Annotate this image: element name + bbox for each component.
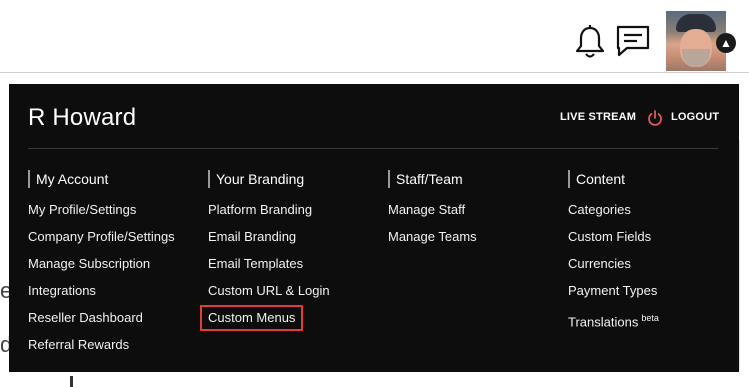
highlight-box[interactable]: Custom Menus (200, 305, 304, 331)
menu-item-referral-rewards[interactable]: Referral Rewards (28, 338, 175, 365)
menu-column-your-branding: Your Branding Platform Branding Email Br… (200, 170, 330, 338)
menu-item-manage-subscription[interactable]: Manage Subscription (28, 257, 175, 284)
menu-item-my-profile[interactable]: My Profile/Settings (28, 203, 175, 230)
menu-item-platform-branding[interactable]: Platform Branding (208, 203, 330, 230)
menu-item-payment-types[interactable]: Payment Types (568, 284, 659, 311)
account-menu-panel: R Howard LIVE STREAM LOGOUT My Account M… (9, 84, 739, 372)
menu-item-custom-fields[interactable]: Custom Fields (568, 230, 659, 257)
menu-item-manage-teams[interactable]: Manage Teams (388, 230, 477, 257)
live-stream-link[interactable]: LIVE STREAM (560, 111, 636, 123)
page-fragment (70, 376, 73, 387)
chevron-up-icon[interactable]: ▲ (716, 33, 736, 53)
menu-column-content: Content Categories Custom Fields Currenc… (568, 170, 659, 338)
user-name: R Howard (28, 104, 137, 131)
column-heading: My Account (28, 170, 175, 188)
menu-item-translations[interactable]: Translations beta (568, 311, 659, 338)
menu-item-currencies[interactable]: Currencies (568, 257, 659, 284)
menu-column-staff-team: Staff/Team Manage Staff Manage Teams (388, 170, 477, 257)
power-icon[interactable] (647, 110, 663, 126)
column-heading: Staff/Team (388, 170, 477, 188)
column-heading: Content (568, 170, 659, 188)
menu-item-reseller-dashboard[interactable]: Reseller Dashboard (28, 311, 175, 338)
menu-item-custom-menus[interactable]: Custom Menus (200, 305, 330, 338)
menu-divider (28, 148, 718, 149)
menu-item-email-branding[interactable]: Email Branding (208, 230, 330, 257)
menu-column-my-account: My Account My Profile/Settings Company P… (28, 170, 175, 365)
bell-icon[interactable] (574, 24, 606, 60)
logout-link[interactable]: LOGOUT (671, 111, 719, 123)
menu-item-integrations[interactable]: Integrations (28, 284, 175, 311)
beta-badge: beta (641, 313, 659, 323)
menu-item-email-templates[interactable]: Email Templates (208, 257, 330, 284)
page-divider (0, 72, 749, 73)
translations-label: Translations (568, 314, 639, 330)
menu-item-categories[interactable]: Categories (568, 203, 659, 230)
page-divider (739, 140, 740, 370)
chat-icon[interactable] (615, 24, 651, 58)
menu-item-manage-staff[interactable]: Manage Staff (388, 203, 477, 230)
column-heading: Your Branding (208, 170, 330, 188)
menu-item-company-profile[interactable]: Company Profile/Settings (28, 230, 175, 257)
